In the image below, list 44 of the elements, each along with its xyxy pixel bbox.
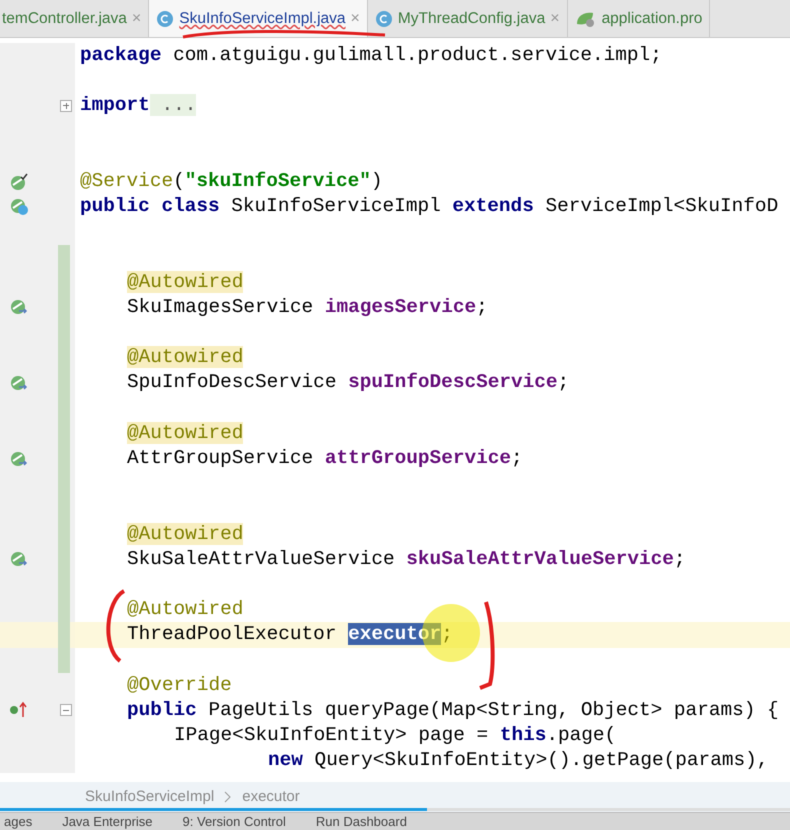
code-line: package com.atguigu.gulimall.product.service.impl; — [79, 43, 663, 68]
code-line: IPage<SkuInfoEntity> page = this.page( — [173, 723, 618, 748]
code-line: @Override — [126, 672, 233, 698]
video-progress-track[interactable] — [0, 808, 790, 811]
code-line: import ... — [79, 93, 198, 118]
breadcrumb-item[interactable]: executor — [242, 786, 300, 808]
change-marker[interactable] — [58, 244, 70, 270]
code-line: AttrGroupService attrGroupService; — [126, 446, 524, 472]
tab-label: SkuInfoServiceImpl.java — [179, 8, 346, 29]
class-icon — [156, 10, 174, 28]
change-marker[interactable] — [58, 648, 70, 673]
bean-arrow-icon[interactable] — [9, 550, 29, 568]
code-line: @Service("skuInfoService") — [79, 168, 384, 194]
breadcrumb-item[interactable]: SkuInfoServiceImpl — [85, 786, 214, 808]
tool-window-tab[interactable]: 9: Version Control — [182, 815, 286, 828]
tab-label: application.pro — [602, 8, 702, 29]
close-icon[interactable]: × — [550, 10, 560, 26]
tool-window-tab[interactable]: Run Dashboard — [316, 815, 407, 828]
bean-check-icon[interactable] — [9, 172, 29, 191]
bean-arrow-icon[interactable] — [9, 450, 29, 468]
class-icon — [374, 10, 393, 28]
bean-arrow-icon[interactable] — [9, 298, 29, 316]
editor-tab[interactable]: temController.java × — [0, 0, 150, 37]
bean-arrow-icon[interactable] — [9, 374, 29, 392]
override-arrow-icon[interactable] — [9, 701, 29, 720]
editor-tab[interactable]: application.pro — [568, 0, 710, 37]
tool-window-tab[interactable]: ages — [4, 815, 32, 828]
chevron-icon — [224, 791, 232, 803]
code-line: public class SkuInfoServiceImpl extends ServiceImpl<SkuInfoD — [79, 194, 780, 220]
close-icon[interactable]: × — [132, 10, 142, 26]
bean-class-icon[interactable] — [9, 198, 29, 216]
collapse-icon[interactable] — [60, 704, 72, 716]
code-line: SkuSaleAttrValueService skuSaleAttrValueService; — [126, 546, 687, 572]
tab-label: MyThreadConfig.java — [398, 8, 546, 29]
close-icon[interactable]: × — [350, 10, 360, 26]
code-line: public PageUtils queryPage(Map<String, Object> params) { — [126, 698, 780, 723]
expand-icon[interactable] — [60, 100, 72, 112]
tab-label: temController.java — [2, 8, 127, 29]
code-line: SkuImagesService imagesService; — [126, 294, 489, 320]
code-line: SpuInfoDescService spuInfoDescService; — [126, 370, 570, 396]
code-line: @Autowired — [126, 597, 244, 622]
editor-tab[interactable]: SkuInfoServiceImpl.java × — [149, 0, 368, 37]
code-line: new Query<SkuInfoEntity>().getPage(params), — [267, 748, 770, 774]
tool-window-tab[interactable]: Java Enterprise — [62, 815, 153, 828]
